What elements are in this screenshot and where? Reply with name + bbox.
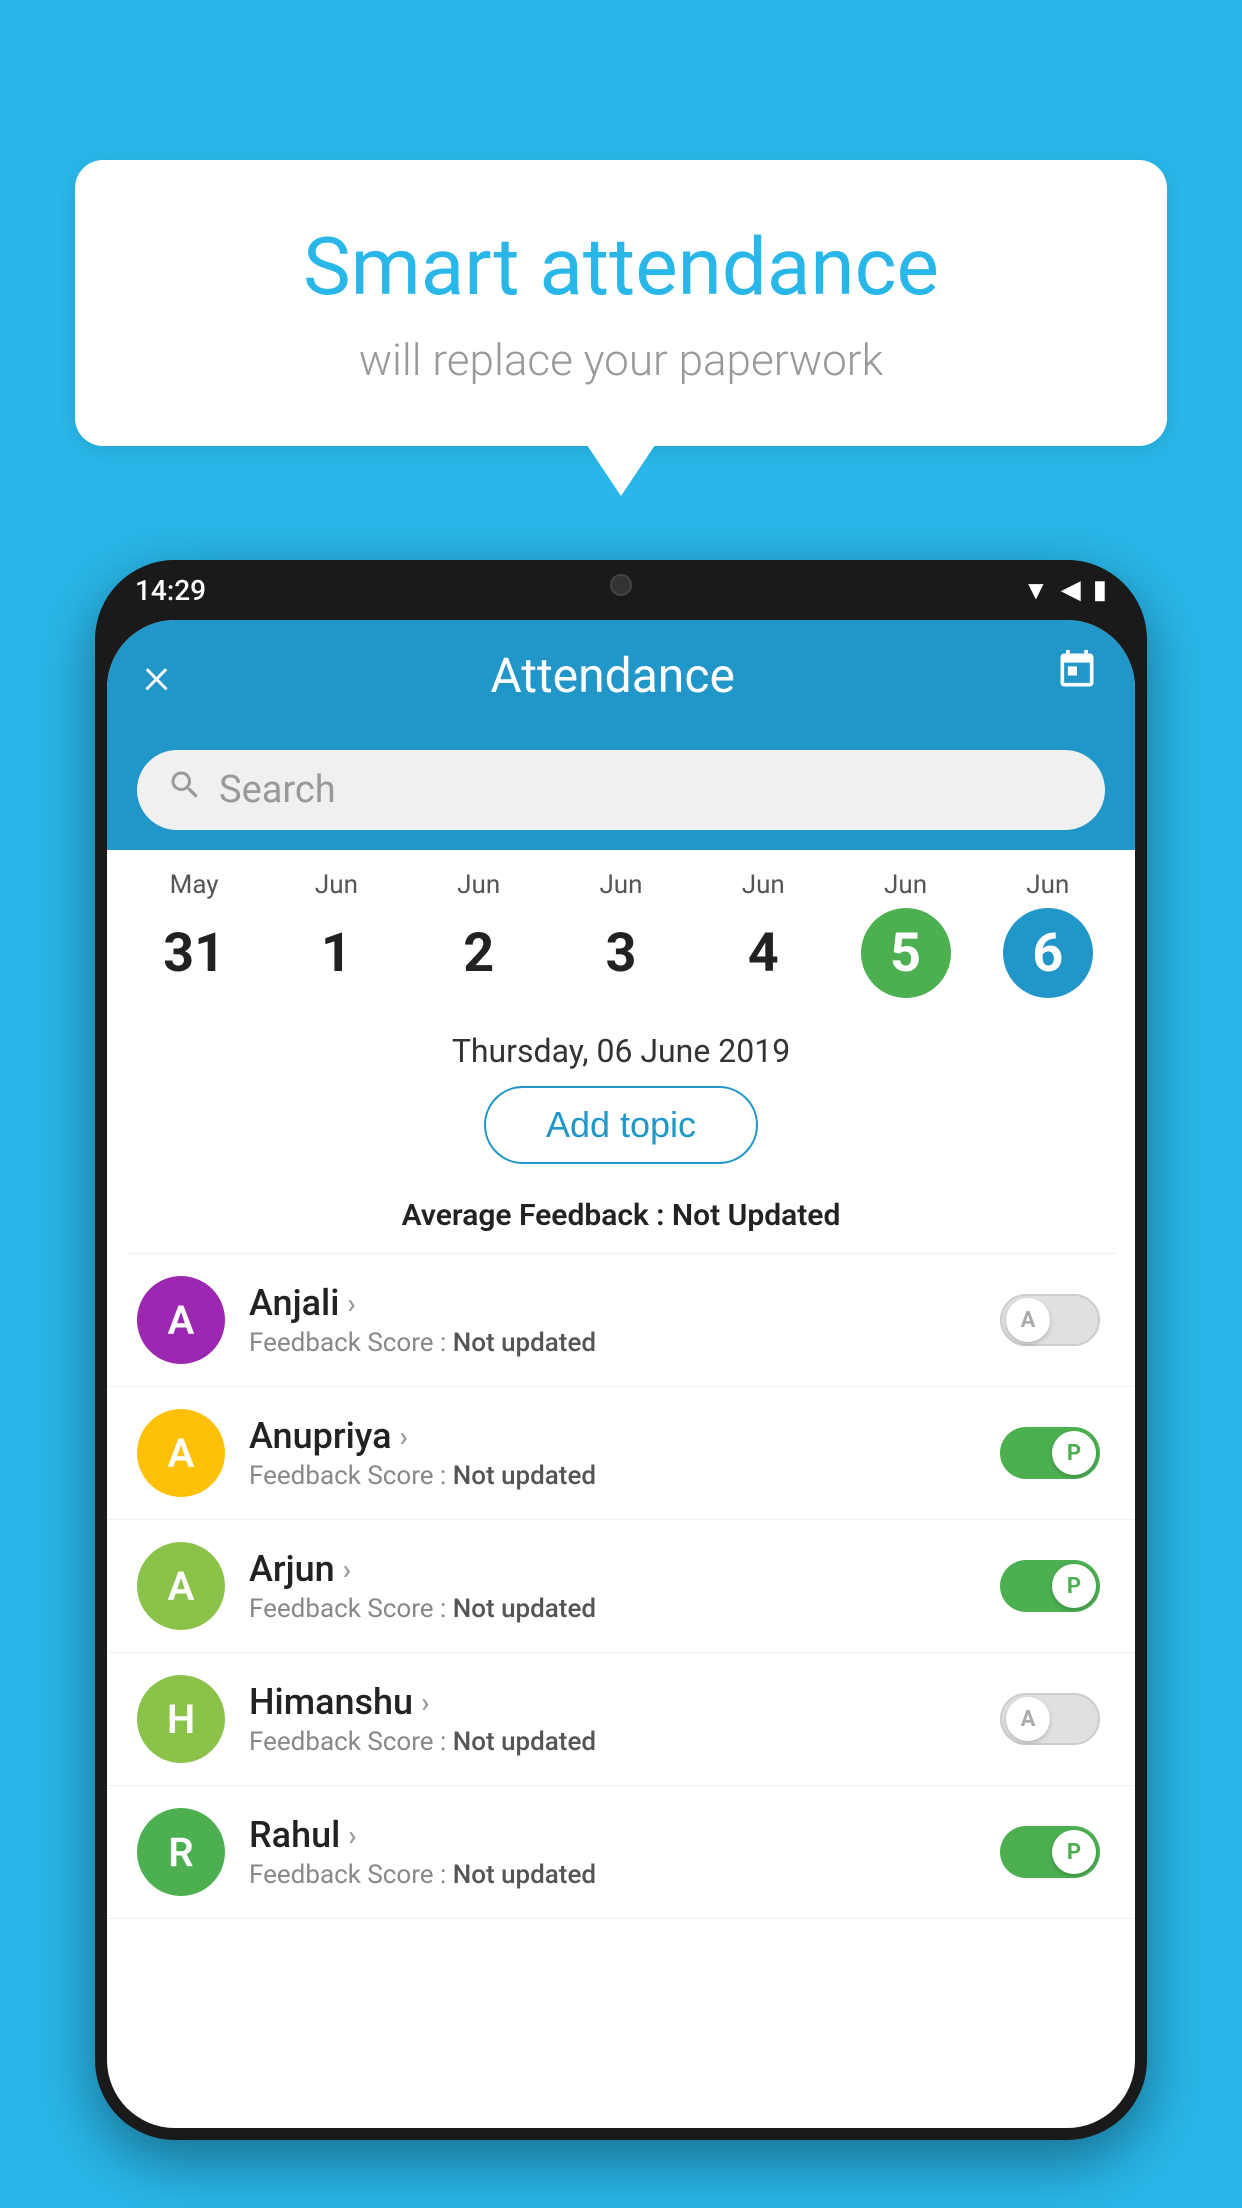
student-info: Anjali › Feedback Score : Not updated (249, 1282, 971, 1358)
toggle-thumb: A (1006, 1697, 1050, 1741)
avatar: A (137, 1409, 225, 1497)
feedback-value: Not updated (453, 1594, 596, 1624)
app-bar: × Attendance (107, 620, 1135, 730)
speech-bubble: Smart attendance will replace your paper… (75, 160, 1167, 446)
attendance-toggle[interactable]: P (1000, 1826, 1100, 1878)
student-name: Himanshu › (249, 1681, 971, 1723)
cal-date-label[interactable]: 31 (149, 908, 239, 998)
avatar: R (137, 1808, 225, 1896)
attendance-toggle[interactable]: A (1000, 1693, 1100, 1745)
chevron-right-icon: › (348, 1819, 356, 1852)
cal-date-label[interactable]: 3 (576, 908, 666, 998)
attendance-toggle[interactable]: P (1000, 1560, 1100, 1612)
student-name: Rahul › (249, 1814, 971, 1856)
cal-month-label: Jun (742, 870, 785, 900)
feedback-value: Not updated (453, 1328, 596, 1358)
battery-icon: ▮ (1093, 575, 1107, 605)
calendar-day[interactable]: Jun 3 (576, 870, 666, 998)
phone-frame: 14:29 ▼ ◀ ▮ × Attendance (95, 560, 1147, 2140)
cal-date-label[interactable]: 2 (434, 908, 524, 998)
student-item[interactable]: A Anjali › Feedback Score : Not updated A (107, 1254, 1135, 1387)
student-item[interactable]: A Anupriya › Feedback Score : Not updated P (107, 1387, 1135, 1520)
attendance-toggle[interactable]: A (1000, 1294, 1100, 1346)
cal-month-label: Jun (884, 870, 927, 900)
toggle-thumb: P (1052, 1564, 1096, 1608)
status-icons: ▼ ◀ ▮ (1023, 575, 1107, 606)
search-container: Search (107, 730, 1135, 850)
phone-screen: × Attendance Search May 31 Jun 1 Jun 2 Jun 3 Jun (107, 620, 1135, 2128)
cal-month-label: May (170, 870, 219, 900)
chevron-right-icon: › (400, 1420, 408, 1453)
toggle-thumb: A (1006, 1298, 1050, 1342)
student-name: Anjali › (249, 1282, 971, 1324)
chevron-right-icon: › (347, 1287, 355, 1320)
avatar: A (137, 1542, 225, 1630)
front-camera (610, 574, 632, 596)
cal-date-label[interactable]: 5 (861, 908, 951, 998)
avatar: A (137, 1276, 225, 1364)
student-item[interactable]: R Rahul › Feedback Score : Not updated P (107, 1786, 1135, 1919)
add-topic-button[interactable]: Add topic (484, 1086, 758, 1164)
calendar-day[interactable]: Jun 5 (861, 870, 951, 998)
calendar-day[interactable]: Jun 2 (434, 870, 524, 998)
cal-date-label[interactable]: 6 (1003, 908, 1093, 998)
feedback-value: Not updated (453, 1461, 596, 1491)
feedback-value: Not updated (453, 1860, 596, 1890)
avg-feedback-value: Not Updated (672, 1198, 840, 1233)
feedback-score: Feedback Score : Not updated (249, 1727, 971, 1757)
close-button[interactable]: × (143, 645, 170, 706)
avg-feedback-label: Average Feedback : (402, 1198, 672, 1233)
cal-month-label: Jun (457, 870, 500, 900)
calendar-day[interactable]: Jun 1 (291, 870, 381, 998)
toggle-container[interactable]: P (995, 1826, 1105, 1878)
toggle-container[interactable]: A (995, 1693, 1105, 1745)
calendar-day[interactable]: May 31 (149, 870, 239, 998)
search-bar[interactable]: Search (137, 750, 1105, 830)
feedback-score: Feedback Score : Not updated (249, 1860, 971, 1890)
search-icon (167, 767, 203, 813)
notch (561, 560, 681, 610)
student-item[interactable]: H Himanshu › Feedback Score : Not updated A (107, 1653, 1135, 1786)
signal-icon: ◀ (1061, 575, 1081, 605)
wifi-icon: ▼ (1023, 575, 1049, 606)
student-name: Arjun › (249, 1548, 971, 1590)
speech-bubble-subtitle: will replace your paperwork (155, 334, 1087, 386)
cal-date-label[interactable]: 4 (718, 908, 808, 998)
feedback-score: Feedback Score : Not updated (249, 1461, 971, 1491)
cal-date-label[interactable]: 1 (291, 908, 381, 998)
calendar-day[interactable]: Jun 6 (1003, 870, 1093, 998)
toggle-container[interactable]: P (995, 1560, 1105, 1612)
calendar-day[interactable]: Jun 4 (718, 870, 808, 998)
cal-month-label: Jun (315, 870, 358, 900)
chevron-right-icon: › (343, 1553, 351, 1586)
student-list: AAnjali ›Feedback Score : Not updatedAAA… (107, 1254, 1135, 1919)
chevron-right-icon: › (421, 1686, 429, 1719)
calendar-row: May 31 Jun 1 Jun 2 Jun 3 Jun 4 Jun 5 Jun 6 (107, 850, 1135, 1008)
avg-feedback: Average Feedback : Not Updated (107, 1198, 1135, 1253)
toggle-container[interactable]: P (995, 1427, 1105, 1479)
speech-bubble-title: Smart attendance (155, 220, 1087, 314)
search-input-placeholder: Search (219, 768, 336, 812)
cal-month-label: Jun (1026, 870, 1069, 900)
status-time: 14:29 (135, 574, 206, 607)
student-info: Anupriya › Feedback Score : Not updated (249, 1415, 971, 1491)
calendar-icon[interactable] (1055, 648, 1099, 703)
toggle-thumb: P (1052, 1830, 1096, 1874)
feedback-score: Feedback Score : Not updated (249, 1594, 971, 1624)
avatar: H (137, 1675, 225, 1763)
student-name: Anupriya › (249, 1415, 971, 1457)
feedback-value: Not updated (453, 1727, 596, 1757)
cal-month-label: Jun (599, 870, 642, 900)
feedback-score: Feedback Score : Not updated (249, 1328, 971, 1358)
student-info: Rahul › Feedback Score : Not updated (249, 1814, 971, 1890)
toggle-thumb: P (1052, 1431, 1096, 1475)
speech-bubble-container: Smart attendance will replace your paper… (75, 160, 1167, 446)
student-info: Himanshu › Feedback Score : Not updated (249, 1681, 971, 1757)
toggle-container[interactable]: A (995, 1294, 1105, 1346)
app-bar-title: Attendance (490, 647, 735, 704)
selected-date: Thursday, 06 June 2019 (107, 1008, 1135, 1086)
student-info: Arjun › Feedback Score : Not updated (249, 1548, 971, 1624)
attendance-toggle[interactable]: P (1000, 1427, 1100, 1479)
student-item[interactable]: A Arjun › Feedback Score : Not updated P (107, 1520, 1135, 1653)
